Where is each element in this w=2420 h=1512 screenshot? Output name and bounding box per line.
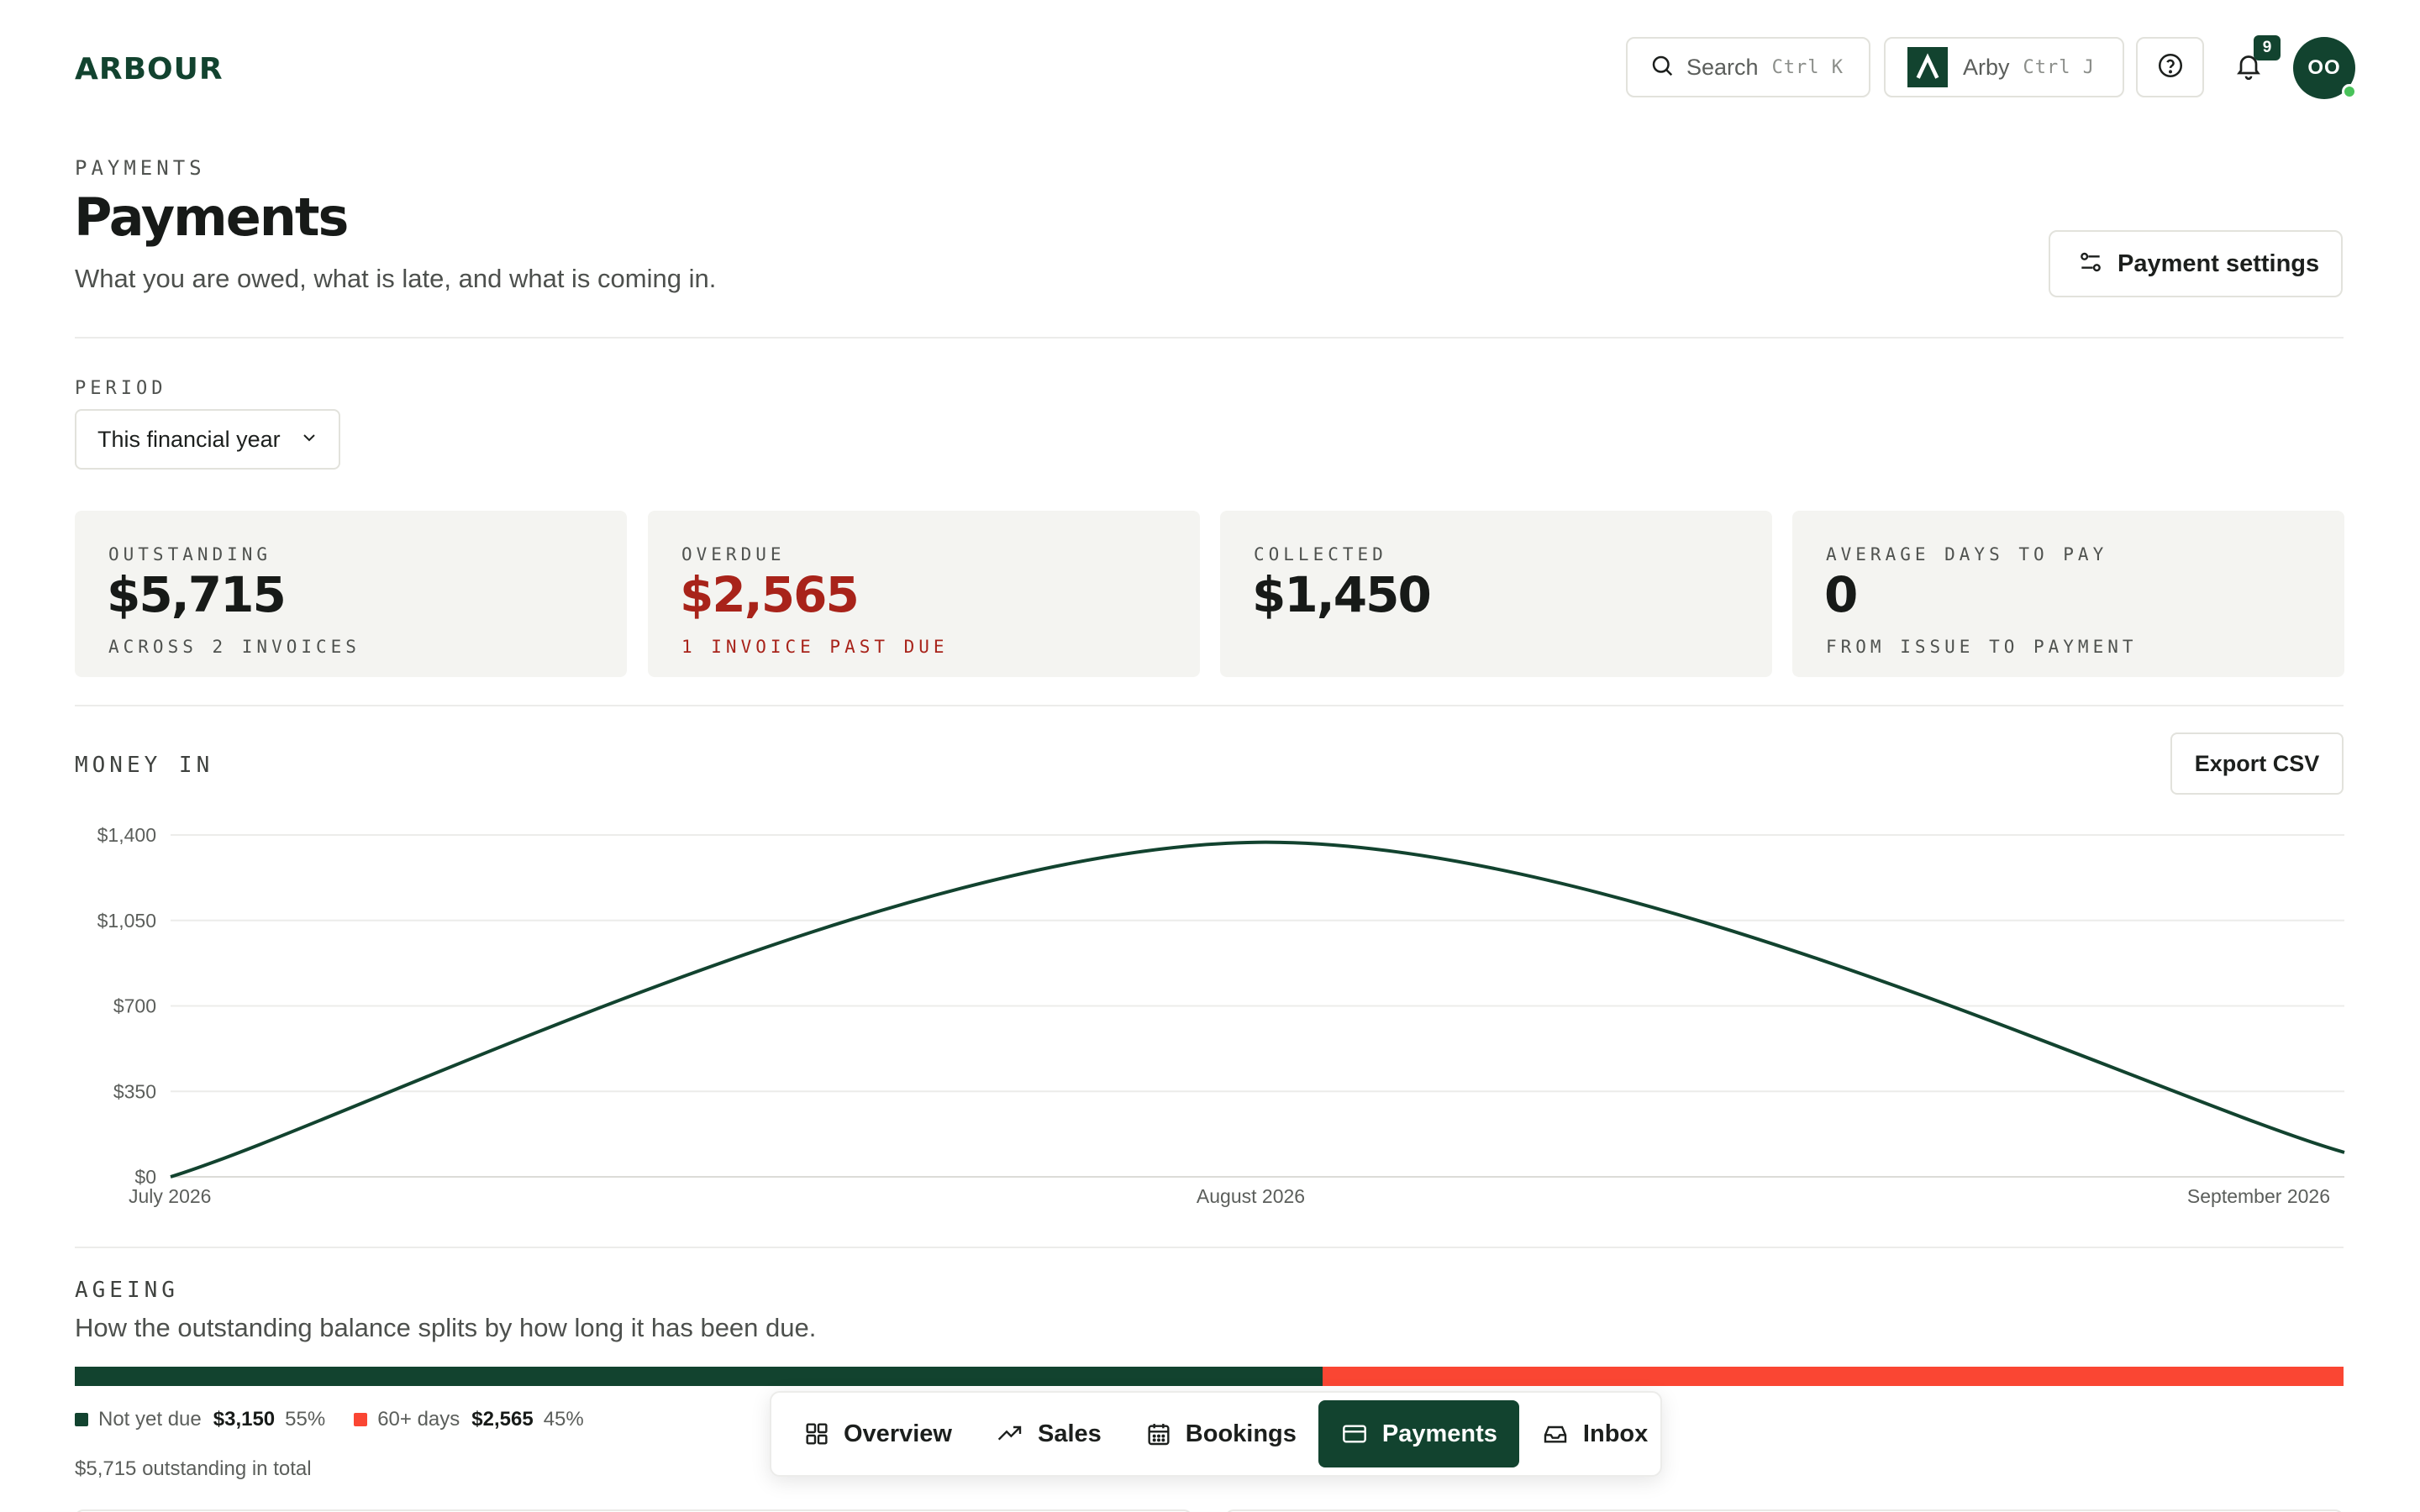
nav-item-bookings[interactable]: Bookings	[1123, 1400, 1318, 1467]
header-divider	[75, 337, 2344, 339]
x-tick-label: July 2026	[129, 1185, 211, 1207]
page-subtitle: What you are owed, what is late, and wha…	[75, 264, 717, 293]
calendar-icon	[1148, 1424, 1170, 1446]
card-icon	[1343, 1425, 1366, 1443]
sliders-icon	[2077, 249, 2104, 280]
legend-amount: $3,150	[213, 1408, 276, 1431]
kpi-label: AVERAGE DAYS TO PAY	[1826, 544, 2108, 564]
help-icon	[2156, 51, 2185, 84]
kpi-average-days: AVERAGE DAYS TO PAY 0 FROM ISSUE TO PAYM…	[1792, 511, 2344, 677]
y-tick-label: $350	[113, 1080, 156, 1102]
ageing-segment-not-yet-due	[75, 1367, 1323, 1386]
kpi-label: COLLECTED	[1254, 544, 1387, 564]
ageing-bar	[75, 1367, 2344, 1386]
ageing-segment-60-plus	[1323, 1367, 2344, 1386]
breadcrumb: PAYMENTS	[75, 156, 206, 180]
nav-item-inbox[interactable]: Inbox	[1519, 1400, 1670, 1467]
money-in-label: MONEY IN	[75, 753, 214, 778]
chart-divider	[75, 1247, 2344, 1248]
money-in-series-line	[170, 840, 2345, 1179]
x-tick-label: August 2026	[1197, 1185, 1305, 1207]
kpi-value: $2,565	[680, 566, 860, 623]
notification-count-badge: 9	[2254, 35, 2281, 60]
search-shortcut: Ctrl K	[1771, 56, 1844, 78]
app-logo[interactable]: ARBOUR	[75, 52, 224, 87]
kpi-sub: ACROSS 2 INVOICES	[108, 637, 360, 657]
kpi-sub: 1 INVOICE PAST DUE	[681, 637, 949, 657]
search-label: Search	[1686, 54, 1759, 80]
kpi-sub: FROM ISSUE TO PAYMENT	[1826, 637, 2138, 657]
nav-label: Sales	[1037, 1420, 1102, 1447]
online-status-dot	[2342, 84, 2357, 99]
y-tick-label: $700	[113, 995, 156, 1017]
legend-label: 60+ days	[377, 1408, 460, 1431]
chevron-down-icon	[299, 428, 319, 452]
search-button[interactable]: Search Ctrl K	[1626, 37, 1870, 97]
legend-percent: 55%	[285, 1408, 326, 1431]
period-selected-value: This financial year	[97, 426, 281, 452]
inbox-icon	[1544, 1425, 1567, 1443]
export-csv-button[interactable]: Export CSV	[2170, 732, 2344, 795]
outstanding-total: $5,715 outstanding in total	[75, 1457, 312, 1480]
kpi-collected: COLLECTED $1,450	[1220, 511, 1772, 677]
kpi-divider	[75, 705, 2344, 706]
legend-swatch	[75, 1413, 88, 1426]
page-title: Payments	[74, 186, 349, 248]
legend-percent: 45%	[543, 1408, 584, 1431]
legend-swatch	[354, 1413, 368, 1426]
nav-label: Inbox	[1582, 1420, 1649, 1447]
kpi-label: OUTSTANDING	[108, 544, 272, 564]
period-select[interactable]: This financial year	[75, 409, 340, 470]
ageing-label: AGEING	[75, 1278, 179, 1303]
grid-icon	[806, 1423, 828, 1445]
ageing-description: How the outstanding balance splits by ho…	[75, 1313, 817, 1342]
kpi-label: OVERDUE	[681, 544, 786, 564]
money-in-chart: $0$350$700$1,050$1,400July 2026 August 20…	[97, 824, 2345, 1207]
assistant-shortcut: Ctrl J	[2023, 56, 2096, 78]
payment-settings-button[interactable]: Payment settings	[2049, 230, 2343, 297]
arby-logo-icon	[1907, 47, 1948, 87]
nav-item-sales[interactable]: Sales	[974, 1400, 1123, 1467]
period-label: PERIOD	[75, 378, 167, 399]
trend-icon	[997, 1425, 1022, 1441]
nav-item-payments[interactable]: Payments	[1318, 1400, 1519, 1467]
help-button[interactable]	[2136, 37, 2204, 97]
bottom-nav: Overview Sales Bookings Payments Inbox	[770, 1391, 1662, 1477]
kpi-outstanding: OUTSTANDING $5,715 ACROSS 2 INVOICES	[75, 511, 627, 677]
kpi-value: $5,715	[107, 566, 287, 623]
y-tick-label: $1,400	[97, 824, 156, 846]
nav-label: Bookings	[1185, 1420, 1297, 1447]
ageing-legend: Not yet due $3,150 55% 60+ days $2,565 4…	[75, 1408, 613, 1431]
search-icon	[1649, 53, 1675, 82]
x-tick-label: September 2026	[2187, 1185, 2330, 1207]
nav-item-overview[interactable]: Overview	[781, 1400, 974, 1467]
assistant-label: Arby	[1963, 54, 2010, 80]
kpi-value: 0	[1824, 566, 1858, 623]
nav-label: Overview	[844, 1420, 952, 1447]
assistant-button[interactable]: Arby Ctrl J	[1884, 37, 2124, 97]
y-tick-label: $1,050	[97, 910, 156, 932]
nav-label: Payments	[1381, 1420, 1497, 1447]
payment-settings-label: Payment settings	[2118, 249, 2320, 277]
kpi-value: $1,450	[1252, 566, 1432, 623]
legend-label: Not yet due	[98, 1408, 202, 1431]
legend-amount: $2,565	[471, 1408, 534, 1431]
kpi-overdue: OVERDUE $2,565 1 INVOICE PAST DUE	[648, 511, 1200, 677]
